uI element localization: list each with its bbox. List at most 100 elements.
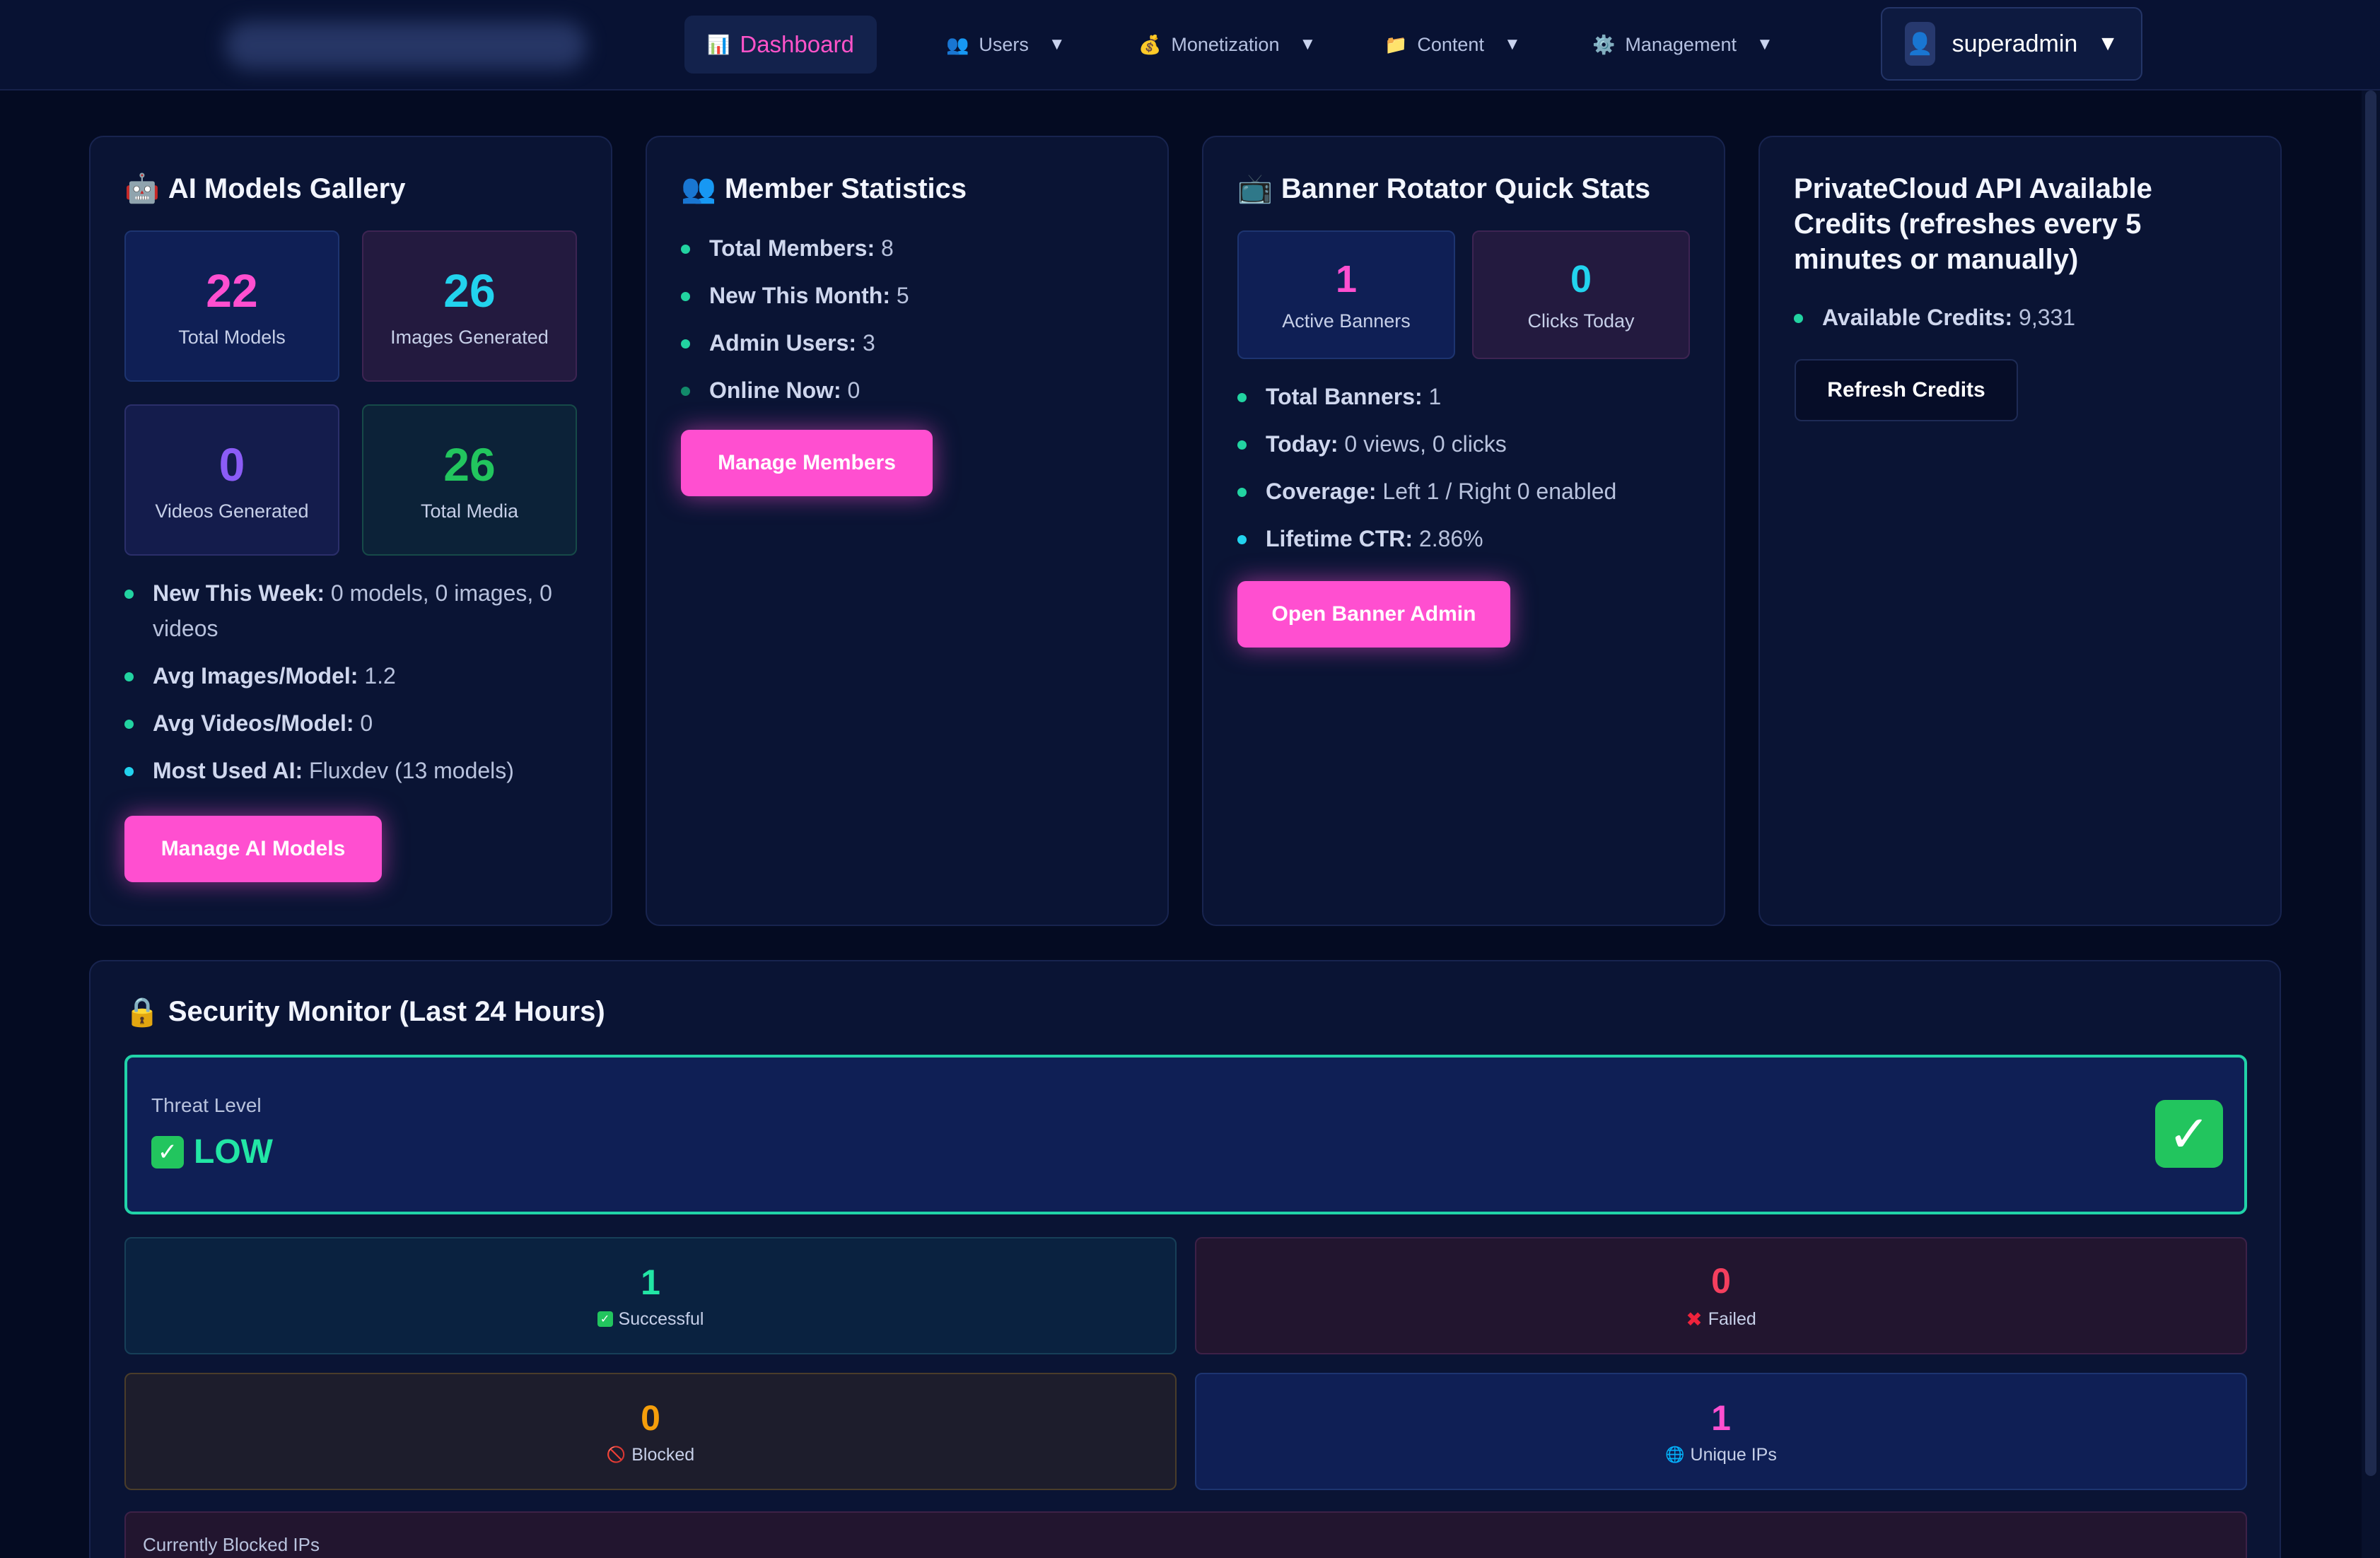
list-item: New This Month: 5 bbox=[681, 278, 1148, 313]
tile-label: Videos Generated bbox=[155, 500, 309, 522]
chevron-down-icon: ▼ bbox=[1503, 35, 1521, 54]
prohibited-icon: 🚫 bbox=[606, 1446, 626, 1463]
stat-tile-total-media: 26 Total Media bbox=[362, 404, 577, 556]
username: superadmin bbox=[1952, 30, 2078, 57]
stat-successful: 1 ✓ Successful bbox=[124, 1237, 1177, 1354]
chevron-down-icon: ▼ bbox=[1299, 35, 1317, 54]
check-icon: ✓ bbox=[597, 1311, 613, 1327]
list-item: Online Now: 0 bbox=[681, 373, 1148, 408]
tile-value: 0 bbox=[1570, 257, 1592, 300]
stat-blocked: 0 🚫 Blocked bbox=[124, 1373, 1177, 1490]
tile-value: 26 bbox=[443, 438, 496, 491]
threat-level-text: LOW bbox=[194, 1133, 273, 1171]
nav-content-label: Content bbox=[1417, 33, 1484, 55]
list-item: Most Used AI: Fluxdev (13 models) bbox=[124, 753, 591, 788]
page-scrollbar[interactable] bbox=[2362, 90, 2380, 1558]
gear-icon: ⚙️ bbox=[1592, 33, 1616, 55]
blocked-ips-label: Currently Blocked IPs bbox=[143, 1534, 320, 1555]
nav-dashboard[interactable]: 📊 Dashboard bbox=[684, 16, 877, 74]
scrollbar-thumb[interactable] bbox=[2365, 90, 2376, 1476]
nav-monetization[interactable]: 💰 Monetization ▼ bbox=[1116, 16, 1338, 74]
refresh-credits-button[interactable]: Refresh Credits bbox=[1795, 359, 2018, 421]
nav-dashboard-label: Dashboard bbox=[740, 31, 854, 57]
manage-ai-models-button[interactable]: Manage AI Models bbox=[124, 816, 382, 882]
lock-icon: 🔒 bbox=[124, 997, 160, 1028]
ai-models-stats-list: New This Week: 0 models, 0 images, 0 vid… bbox=[124, 575, 591, 800]
top-navbar: 📊 Dashboard 👥 Users ▼ 💰 Monetization ▼ 📁… bbox=[0, 0, 2380, 90]
open-banner-admin-button[interactable]: Open Banner Admin bbox=[1237, 581, 1510, 648]
chevron-down-icon: ▼ bbox=[1048, 35, 1066, 54]
list-item: Total Banners: 1 bbox=[1237, 379, 1704, 414]
banner-stats-list: Total Banners: 1 Today: 0 views, 0 click… bbox=[1237, 379, 1704, 568]
security-monitor-title: 🔒 Security Monitor (Last 24 Hours) bbox=[124, 995, 605, 1029]
member-statistics-title-text: Member Statistics bbox=[724, 173, 967, 204]
chart-icon: 📊 bbox=[707, 33, 730, 55]
security-monitor-panel: 🔒 Security Monitor (Last 24 Hours) Threa… bbox=[89, 960, 2281, 1558]
api-credits-card: PrivateCloud API Available Credits (refr… bbox=[1758, 136, 2282, 926]
tile-value: 22 bbox=[206, 264, 258, 317]
globe-icon: 🌐 bbox=[1665, 1446, 1685, 1463]
avatar: 👤 bbox=[1905, 22, 1935, 66]
blocked-ips-panel: Currently Blocked IPs bbox=[124, 1511, 2247, 1558]
stat-label-row: 🌐 Unique IPs bbox=[1665, 1445, 1777, 1465]
list-item: Avg Videos/Model: 0 bbox=[124, 705, 591, 741]
list-item: Coverage: Left 1 / Right 0 enabled bbox=[1237, 474, 1704, 509]
manage-members-button[interactable]: Manage Members bbox=[681, 430, 933, 496]
member-stats-list: Total Members: 8 New This Month: 5 Admin… bbox=[681, 230, 1148, 420]
list-item: Lifetime CTR: 2.86% bbox=[1237, 521, 1704, 556]
users-icon: 👥 bbox=[681, 173, 716, 204]
money-bag-icon: 💰 bbox=[1138, 33, 1162, 55]
site-brand-blurred[interactable] bbox=[225, 21, 587, 69]
chevron-down-icon: ▼ bbox=[2097, 32, 2118, 55]
stat-value: 1 bbox=[1711, 1398, 1731, 1438]
stat-label-row: ✓ Successful bbox=[597, 1309, 704, 1330]
stat-tile-active-banners: 1 Active Banners bbox=[1237, 230, 1455, 359]
folder-icon: 📁 bbox=[1384, 33, 1408, 55]
threat-level-label: Threat Level bbox=[151, 1094, 262, 1116]
stat-label-row: 🚫 Blocked bbox=[607, 1445, 694, 1465]
list-item: Avg Images/Model: 1.2 bbox=[124, 658, 591, 693]
nav-users[interactable]: 👥 Users ▼ bbox=[923, 16, 1088, 74]
list-item: Admin Users: 3 bbox=[681, 325, 1148, 361]
user-icon: 👤 bbox=[1906, 32, 1933, 56]
ai-models-card: 🤖 AI Models Gallery 22 Total Models 26 I… bbox=[89, 136, 612, 926]
security-monitor-title-text: Security Monitor (Last 24 Hours) bbox=[168, 996, 605, 1027]
banner-rotator-title: 📺 Banner Rotator Quick Stats bbox=[1237, 171, 1650, 206]
ai-models-title: 🤖 AI Models Gallery bbox=[124, 171, 405, 206]
tile-label: Images Generated bbox=[390, 326, 549, 348]
check-icon: ✓ bbox=[2155, 1100, 2223, 1168]
cross-icon: ✖ bbox=[1686, 1308, 1703, 1330]
member-statistics-title: 👥 Member Statistics bbox=[681, 171, 967, 206]
users-icon: 👥 bbox=[946, 33, 969, 55]
stat-value: 0 bbox=[641, 1398, 660, 1438]
stat-label: Successful bbox=[618, 1308, 704, 1329]
tile-value: 1 bbox=[1335, 257, 1358, 300]
threat-level-value: ✓ LOW bbox=[151, 1132, 273, 1171]
stat-tile-total-models: 22 Total Models bbox=[124, 230, 339, 382]
stat-tile-clicks-today: 0 Clicks Today bbox=[1472, 230, 1690, 359]
api-credits-title: PrivateCloud API Available Credits (refr… bbox=[1794, 173, 2152, 275]
banner-rotator-card: 📺 Banner Rotator Quick Stats 1 Active Ba… bbox=[1202, 136, 1725, 926]
list-item: Total Members: 8 bbox=[681, 230, 1148, 266]
stat-label: Failed bbox=[1708, 1308, 1756, 1329]
tile-value: 0 bbox=[218, 438, 245, 491]
banner-rotator-title-text: Banner Rotator Quick Stats bbox=[1281, 173, 1651, 204]
tile-label: Total Models bbox=[178, 326, 286, 348]
check-icon: ✓ bbox=[151, 1135, 184, 1168]
stat-value: 1 bbox=[641, 1262, 660, 1302]
stat-unique-ips: 1 🌐 Unique IPs bbox=[1195, 1373, 2247, 1490]
tile-label: Total Media bbox=[420, 500, 519, 522]
nav-content[interactable]: 📁 Content ▼ bbox=[1362, 16, 1544, 74]
user-menu-button[interactable]: 👤 superadmin ▼ bbox=[1881, 7, 2142, 81]
stat-label-row: ✖ Failed bbox=[1686, 1308, 1756, 1331]
chevron-down-icon: ▼ bbox=[1756, 35, 1773, 54]
list-item: New This Week: 0 models, 0 images, 0 vid… bbox=[124, 575, 591, 646]
stat-tile-images-generated: 26 Images Generated bbox=[362, 230, 577, 382]
ai-models-title-text: AI Models Gallery bbox=[168, 173, 406, 204]
nav-monetization-label: Monetization bbox=[1171, 33, 1280, 55]
credits-stats-list: Available Credits: 9,331 bbox=[1794, 300, 2261, 347]
stat-label: Blocked bbox=[631, 1444, 695, 1465]
nav-users-label: Users bbox=[979, 33, 1029, 55]
stat-tile-videos-generated: 0 Videos Generated bbox=[124, 404, 339, 556]
nav-management[interactable]: ⚙️ Management ▼ bbox=[1570, 16, 1796, 74]
